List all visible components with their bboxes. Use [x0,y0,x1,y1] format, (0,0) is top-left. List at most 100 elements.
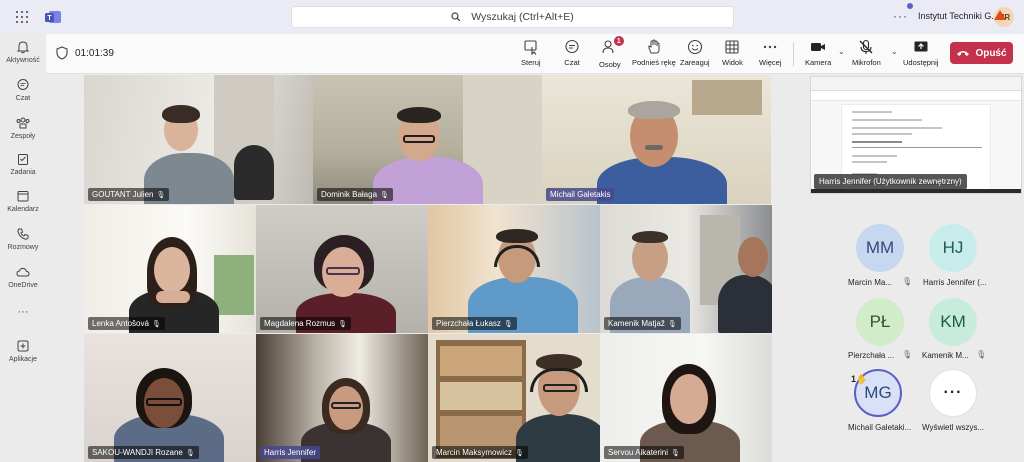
emoji-icon [687,39,702,55]
rail-item-calls[interactable]: Rozmowy [0,227,46,251]
avatar-initials: MG [864,383,892,402]
participant-name-tag: Magdalena Rozmus 🎙 [260,317,352,330]
avatar-name: Harris Jennifer (... [923,278,987,287]
people-button[interactable]: 1 Osoby [599,36,624,69]
search-icon [451,12,461,22]
raised-hand-indicator: 1✋ [851,374,867,385]
view-all-label[interactable]: Wyświetl wszys... [922,423,984,432]
mic-muted-icon: 🎙 [976,350,987,359]
tasks-icon [18,154,28,165]
search-input[interactable]: Wyszukaj (Ctrl+Alt+E) [291,6,734,28]
participant-name: Servou Aikaterini [608,448,669,457]
avatar-name: Pierzchała ... [848,351,895,360]
avatar-name: Marcin Ma... [848,278,893,287]
participant-avatar[interactable]: MM [856,224,904,272]
app-launcher-icon[interactable] [16,11,28,23]
video-tile[interactable]: Dominik Bałaga 🎙 [313,75,542,204]
video-tile[interactable]: Michail Galetakis [542,75,771,204]
raise-hand-icon [648,39,660,54]
participant-avatar[interactable]: HJ [929,224,977,272]
rail-item-chat[interactable]: Czat [0,78,46,102]
cloud-icon [16,267,30,277]
control-button[interactable]: Steruj [521,39,541,67]
rail-item-teams[interactable]: Zespoły [0,116,46,140]
participant-name-tag: Harris Jennifer [260,446,321,459]
react-button[interactable]: Zareaguj [680,39,710,67]
camera-icon [811,43,826,51]
avatar-initials: HJ [942,238,964,257]
rail-label: Rozmowy [7,244,39,251]
shared-taskbar [811,189,1021,193]
leave-label: Opuść [975,47,1007,59]
meeting-stage: GOUTANT Julien 🎙 Dominik Bałaga 🎙 Michail … [46,75,1024,462]
video-tile[interactable]: SAKOU-WANDJI Rozane 🎙 [84,334,256,462]
participant-name: Dominik Bałaga [321,190,378,199]
mic-muted-icon: 🎙 [503,320,513,328]
mic-muted-icon: 🎙 [338,320,348,328]
camera-options-chevron-icon[interactable]: ⌄ [838,47,845,56]
presenter-name: Harris Jennifer (Użytkownik zewnętrzny) [819,177,962,186]
grid-view-icon [725,40,739,54]
video-tile[interactable]: Magdalena Rozmus 🎙 [256,205,428,333]
camera-label: Kamera [805,58,832,67]
raise-hand-button[interactable]: Podnieś rękę [632,39,676,67]
avatar-initials: MM [865,238,895,257]
rail-label: OneDrive [8,282,38,289]
participant-name: Lenka Antošová [92,319,149,328]
participant-avatar[interactable]: PŁ [856,298,904,346]
video-tile[interactable]: Marcin Maksymowicz 🎙 [428,334,600,462]
settings-more-icon[interactable]: ··· [893,9,908,23]
participant-name: Kamenik Matjaž [608,319,665,328]
rail-item-calendar[interactable]: Kalendarz [0,189,46,213]
mic-options-chevron-icon[interactable]: ⌄ [891,47,898,56]
control-icon [524,40,537,55]
meeting-toolbar: 01:01:39 Steruj Czat 1 Osoby Podnieś ręk… [46,34,1024,74]
rail-label: Kalendarz [7,206,39,213]
mic-muted-icon: 🎙 [671,449,680,457]
mic-muted-icon: 🎙 [515,449,524,457]
camera-button[interactable]: Kamera [805,39,831,67]
mic-muted-icon: 🎙 [151,320,161,328]
hang-up-icon [957,51,970,56]
rail-label: Zadania [10,169,36,176]
chat-button[interactable]: Czat [564,39,580,67]
more-actions-button[interactable]: Więcej [759,39,782,67]
teams-logo-icon: T [45,11,61,23]
video-tile[interactable]: Kamenik Matjaž 🎙 [600,205,772,333]
control-label: Steruj [521,58,541,67]
rail-item-more[interactable]: ··· [0,306,46,318]
toolbar-divider [793,42,794,66]
mic-muted-icon: 🎙 [902,277,913,286]
mic-muted-icon: 🎙 [156,191,166,199]
participant-avatar[interactable]: KM [929,298,977,346]
participant-name-tag: Lenka Antošová 🎙 [88,317,165,330]
notification-dot [907,3,913,9]
view-button[interactable]: Widok [722,39,743,67]
phone-icon [17,228,29,240]
video-tile[interactable]: GOUTANT Julien 🎙 [84,75,313,204]
more-label: Więcej [759,58,782,67]
rail-item-tasks[interactable]: Zadania [0,152,46,176]
participant-name: Marcin Maksymowicz [436,448,513,457]
rail-item-activity[interactable]: Aktywność [0,40,46,64]
raised-hand-icon: ✋ [856,374,868,384]
video-tile[interactable]: Lenka Antošová 🎙 [84,205,256,333]
share-button[interactable]: Udostępnij [903,39,938,67]
rail-item-onedrive[interactable]: OneDrive [0,265,46,289]
leave-button[interactable]: Opuść [950,42,1013,64]
video-tile[interactable]: Servou Aikaterini 🎙 [600,334,772,462]
react-label: Zareaguj [680,58,710,67]
chat-icon [565,39,579,54]
rail-item-apps[interactable]: Aplikacje [0,339,46,363]
bell-icon [16,41,30,54]
video-tile[interactable]: Harris Jennifer [256,334,428,462]
svg-text:T: T [47,15,52,22]
app-rail: Aktywność Czat Zespoły Zadania Kalendarz… [0,34,46,462]
org-switcher[interactable]: Instytut Techniki G... [918,11,999,21]
mic-muted-icon: 🎙 [667,320,677,328]
view-all-button[interactable]: ··· [929,369,977,417]
calendar-icon [17,191,29,202]
presenter-label: Harris Jennifer (Użytkownik zewnętrzny) [814,174,967,189]
video-tile[interactable]: Pierzchała Łukasz 🎙 [428,205,600,333]
microphone-button[interactable]: Mikrofon [852,39,881,67]
